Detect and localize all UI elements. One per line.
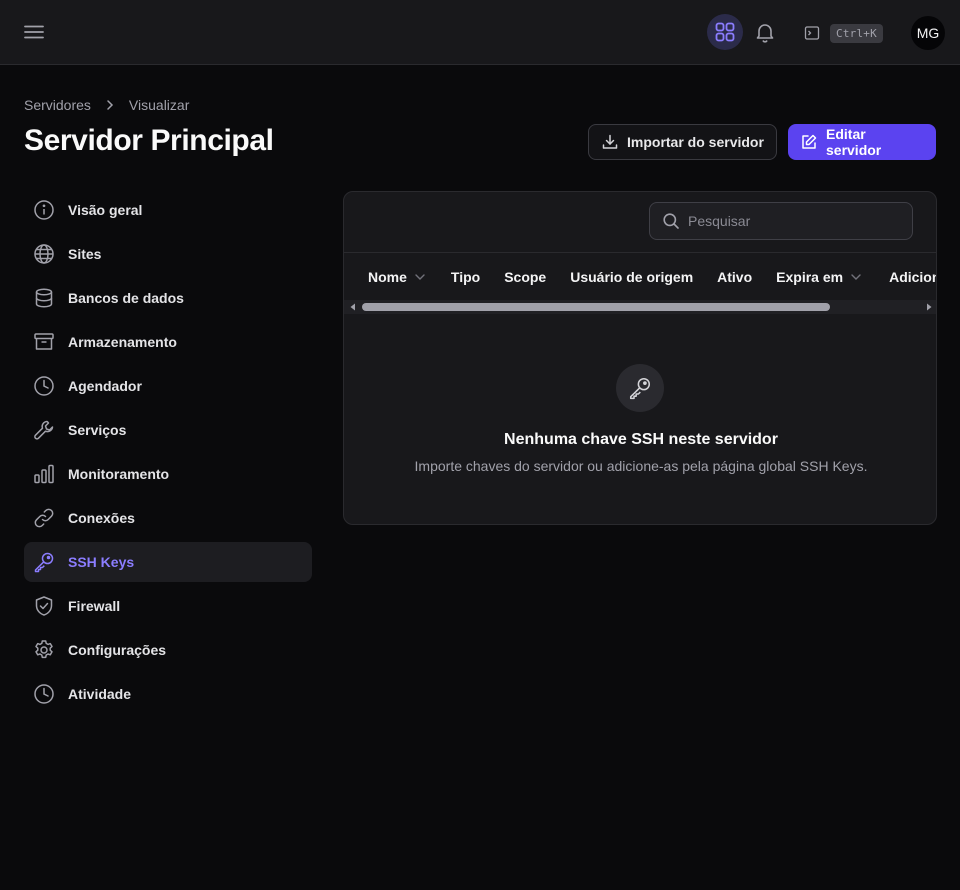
scroll-left-arrow-icon[interactable]: [349, 303, 357, 311]
sidebar-item-label: Agendador: [68, 378, 142, 394]
table-header: Nome Tipo Scope Usuário de origem Ativo …: [344, 252, 936, 300]
sidebar-item-firewall[interactable]: Firewall: [24, 586, 312, 626]
scroll-right-arrow-icon[interactable]: [925, 303, 933, 311]
search-box[interactable]: [649, 202, 913, 240]
key-icon: [32, 550, 56, 574]
edit-server-button[interactable]: Editar servidor: [788, 124, 936, 160]
breadcrumb-visualizar: Visualizar: [128, 97, 190, 113]
sidebar-item-visao-geral[interactable]: Visão geral: [24, 190, 312, 230]
key-icon: [628, 376, 652, 400]
apps-grid-button[interactable]: [707, 14, 743, 50]
empty-state-description: Importe chaves do servidor ou adicione-a…: [414, 458, 868, 474]
scrollbar-thumb[interactable]: [362, 303, 830, 311]
sidebar-item-atividade[interactable]: Atividade: [24, 674, 312, 714]
breadcrumb-servidores[interactable]: Servidores: [24, 97, 91, 113]
globe-icon: [32, 242, 56, 266]
column-header-label: Scope: [504, 268, 547, 285]
horizontal-scrollbar[interactable]: [344, 300, 936, 314]
column-header-label: Expira em: [776, 268, 844, 285]
bell-icon[interactable]: [753, 20, 777, 44]
clock-icon: [32, 682, 56, 706]
column-header-ativo[interactable]: Ativo: [717, 269, 752, 285]
sidebar-item-ssh-keys[interactable]: SSH Keys: [24, 542, 312, 582]
server-sidebar: Visão geral Sites Bancos de dados Armaze…: [24, 190, 312, 718]
empty-state-title: Nenhuma chave SSH neste servidor: [504, 431, 778, 448]
shortcut-hint: Ctrl+K: [830, 23, 883, 43]
hamburger-menu-icon[interactable]: [22, 20, 46, 44]
empty-state-icon-wrap: [616, 364, 664, 412]
import-from-server-button[interactable]: Importar do servidor: [588, 124, 777, 160]
sidebar-item-label: Bancos de dados: [68, 290, 184, 306]
sidebar-item-configuracoes[interactable]: Configurações: [24, 630, 312, 670]
sidebar-item-conexoes[interactable]: Conexões: [24, 498, 312, 538]
search-input[interactable]: [688, 213, 888, 229]
database-icon: [32, 286, 56, 310]
column-header-label: Adicionado em: [889, 268, 936, 285]
sidebar-item-armazenamento[interactable]: Armazenamento: [24, 322, 312, 362]
ssh-keys-table-card: Nome Tipo Scope Usuário de origem Ativo …: [343, 191, 937, 525]
top-bar: Ctrl+K MG: [0, 0, 960, 65]
archive-icon: [32, 330, 56, 354]
clock-icon: [32, 374, 56, 398]
import-button-label: Importar do servidor: [627, 134, 764, 150]
column-header-tipo[interactable]: Tipo: [451, 269, 480, 285]
sidebar-item-label: Conexões: [68, 510, 135, 526]
download-icon: [601, 133, 619, 151]
column-header-expira-em[interactable]: Expira em: [776, 269, 863, 285]
sidebar-item-monitoramento[interactable]: Monitoramento: [24, 454, 312, 494]
bar-chart-icon: [32, 462, 56, 486]
sidebar-item-label: SSH Keys: [68, 554, 135, 570]
sidebar-item-sites[interactable]: Sites: [24, 234, 312, 274]
sidebar-item-label: Monitoramento: [68, 466, 170, 482]
column-header-label: Ativo: [717, 268, 753, 285]
column-header-label: Tipo: [450, 268, 481, 285]
sidebar-item-label: Armazenamento: [68, 334, 177, 350]
terminal-icon: [804, 25, 820, 41]
sidebar-item-label: Visão geral: [68, 202, 143, 218]
column-header-nome[interactable]: Nome: [368, 269, 427, 285]
gear-icon: [32, 638, 56, 662]
sidebar-item-servicos[interactable]: Serviços: [24, 410, 312, 450]
edit-button-label: Editar servidor: [826, 126, 882, 158]
sidebar-item-label: Sites: [68, 246, 102, 262]
column-header-label: Nome: [368, 268, 407, 285]
column-header-scope[interactable]: Scope: [504, 269, 546, 285]
chevron-down-icon: [413, 270, 427, 284]
column-header-usuario-de-origem[interactable]: Usuário de origem: [570, 269, 693, 285]
command-palette-button[interactable]: Ctrl+K: [804, 22, 883, 44]
wrench-icon: [32, 418, 56, 442]
chevron-down-icon: [849, 270, 863, 284]
sidebar-item-agendador[interactable]: Agendador: [24, 366, 312, 406]
page-title: Servidor Principal: [24, 124, 274, 157]
sidebar-item-label: Configurações: [68, 642, 167, 658]
edit-icon: [800, 133, 818, 151]
sidebar-item-label: Serviços: [68, 422, 127, 438]
user-avatar[interactable]: MG: [911, 16, 945, 50]
link-icon: [32, 506, 56, 530]
sidebar-item-label: Firewall: [68, 598, 121, 614]
sidebar-item-label: Atividade: [68, 686, 132, 702]
search-icon: [662, 212, 680, 230]
chevron-right-icon: [103, 98, 117, 112]
shield-check-icon: [32, 594, 56, 618]
sidebar-item-bancos-de-dados[interactable]: Bancos de dados: [24, 278, 312, 318]
column-header-adicionado-em[interactable]: Adicionado em: [889, 268, 936, 285]
column-header-label: Usuário de origem: [570, 268, 694, 285]
info-icon: [32, 198, 56, 222]
breadcrumb: Servidores Visualizar: [24, 97, 189, 113]
apps-grid-icon: [714, 21, 736, 43]
